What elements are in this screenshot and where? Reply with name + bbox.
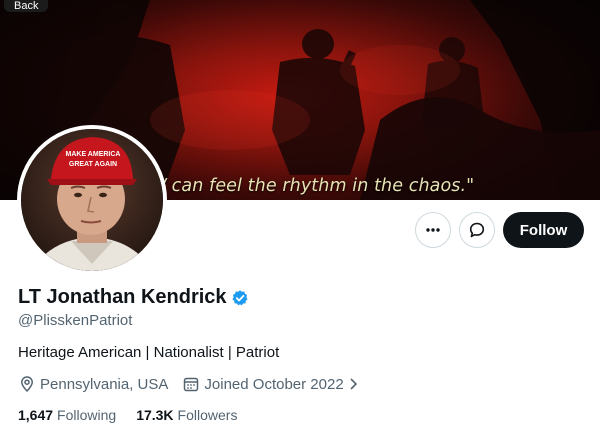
message-button[interactable] [459, 212, 495, 248]
hat-text-line2: GREAT AGAIN [69, 161, 117, 168]
joined-date[interactable]: Joined October 2022 [182, 375, 361, 393]
display-name: LT Jonathan Kendrick [18, 286, 227, 308]
user-handle: @PlisskenPatriot [18, 312, 133, 329]
profile-meta: Pennsylvania, USA Joined October 2022 [18, 375, 362, 393]
more-options-button[interactable] [415, 212, 451, 248]
location-pin-icon [21, 376, 33, 393]
followers-label: Followers [177, 407, 238, 423]
avatar[interactable]: MAKE AMERICA GREAT AGAIN [17, 125, 167, 275]
chevron-right-icon [350, 378, 357, 390]
following-link[interactable]: 1,647 Following [18, 407, 116, 423]
following-count: 1,647 [18, 407, 54, 423]
location-text: Pennsylvania, USA [40, 375, 169, 393]
verified-badge-icon[interactable] [231, 289, 249, 307]
following-label: Following [57, 407, 117, 423]
follow-button[interactable]: Follow [503, 212, 584, 248]
user-bio: Heritage American | Nationalist | Patrio… [18, 344, 280, 361]
message-bubble-icon [469, 222, 485, 238]
followers-count: 17.3K [136, 407, 174, 423]
followers-link[interactable]: 17.3K Followers [136, 407, 237, 423]
name-row: LT Jonathan Kendrick [18, 286, 249, 309]
profile-actions: Follow [0, 212, 600, 248]
location: Pennsylvania, USA [18, 375, 168, 393]
joined-text: Joined October 2022 [204, 375, 344, 393]
back-button[interactable]: Back [4, 0, 49, 12]
follow-stats: 1,647 Following 17.3K Followers [18, 407, 257, 423]
avatar-portrait-image: MAKE AMERICA GREAT AGAIN [21, 129, 163, 271]
hat-text-line1: MAKE AMERICA [66, 151, 121, 158]
calendar-icon [184, 377, 199, 392]
banner-caption: / can feel the rhythm in the chaos." [160, 176, 475, 196]
more-horizontal-icon [426, 228, 440, 232]
